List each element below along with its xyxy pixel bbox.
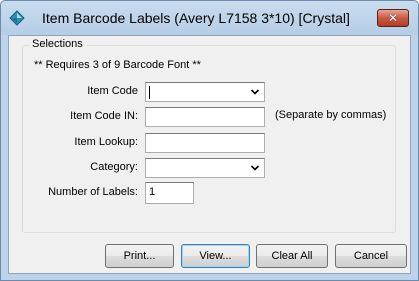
cancel-button[interactable]: Cancel [335,244,407,268]
chevron-down-icon[interactable] [250,162,260,174]
dialog-body: Selections ** Requires 3 of 9 Barcode Fo… [8,35,411,274]
category-combo[interactable] [145,158,265,178]
close-button[interactable]: ✕ [377,9,409,27]
item-code-in-input[interactable] [145,107,265,127]
item-code-combo[interactable] [145,82,265,102]
number-of-labels-label: Number of Labels: [48,186,138,198]
close-icon: ✕ [387,11,399,25]
barcode-font-note: ** Requires 3 of 9 Barcode Font ** [34,59,201,71]
text-caret [149,85,150,99]
diamond-app-icon [9,10,25,26]
item-code-in-label: Item Code IN: [70,110,138,122]
title-bar[interactable]: Item Barcode Labels (Avery L7158 3*10) [… [1,1,418,35]
print-button[interactable]: Print... [105,244,174,268]
group-title: Selections [29,38,86,50]
category-label: Category: [90,161,138,173]
item-code-label: Item Code [87,85,138,97]
clear-all-button[interactable]: Clear All [256,244,328,268]
chevron-down-icon[interactable] [250,86,260,98]
item-lookup-label: Item Lookup: [74,136,138,148]
separate-hint: (Separate by commas) [275,109,387,121]
view-button[interactable]: View... [181,244,250,268]
item-lookup-input[interactable] [145,133,265,153]
dialog-window: Item Barcode Labels (Avery L7158 3*10) [… [0,0,419,281]
number-of-labels-input[interactable]: 1 [145,182,194,204]
window-title: Item Barcode Labels (Avery L7158 3*10) [… [42,10,350,26]
